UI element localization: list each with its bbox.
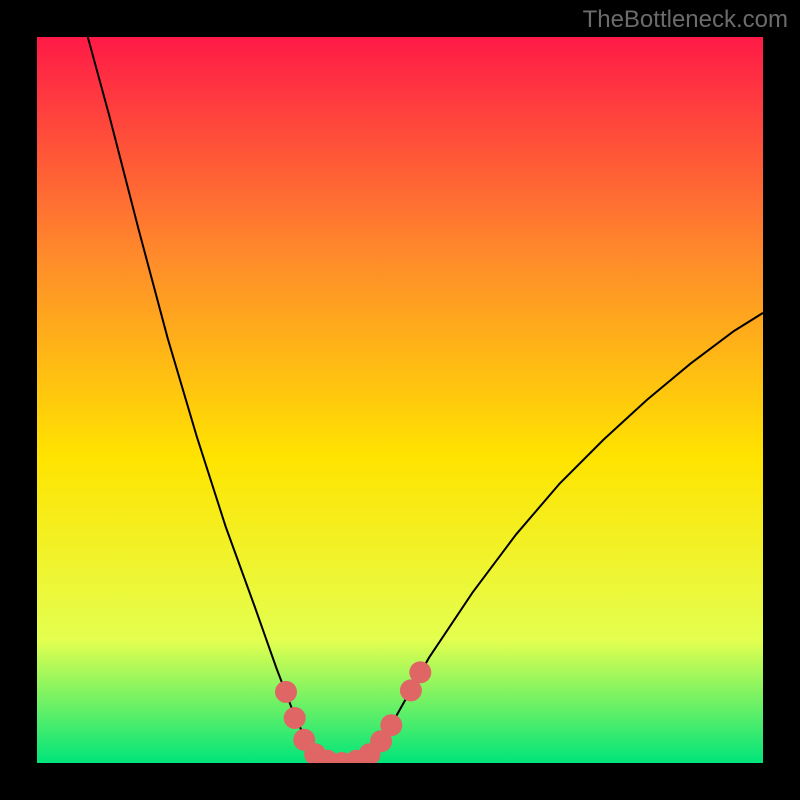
highlight-marker <box>409 661 431 683</box>
gradient-background <box>37 37 763 763</box>
highlight-marker <box>284 707 306 729</box>
watermark-text: TheBottleneck.com <box>583 6 788 34</box>
highlight-marker <box>275 681 297 703</box>
highlight-marker <box>380 714 402 736</box>
bottleneck-chart <box>37 37 763 763</box>
chart-frame <box>37 37 763 763</box>
